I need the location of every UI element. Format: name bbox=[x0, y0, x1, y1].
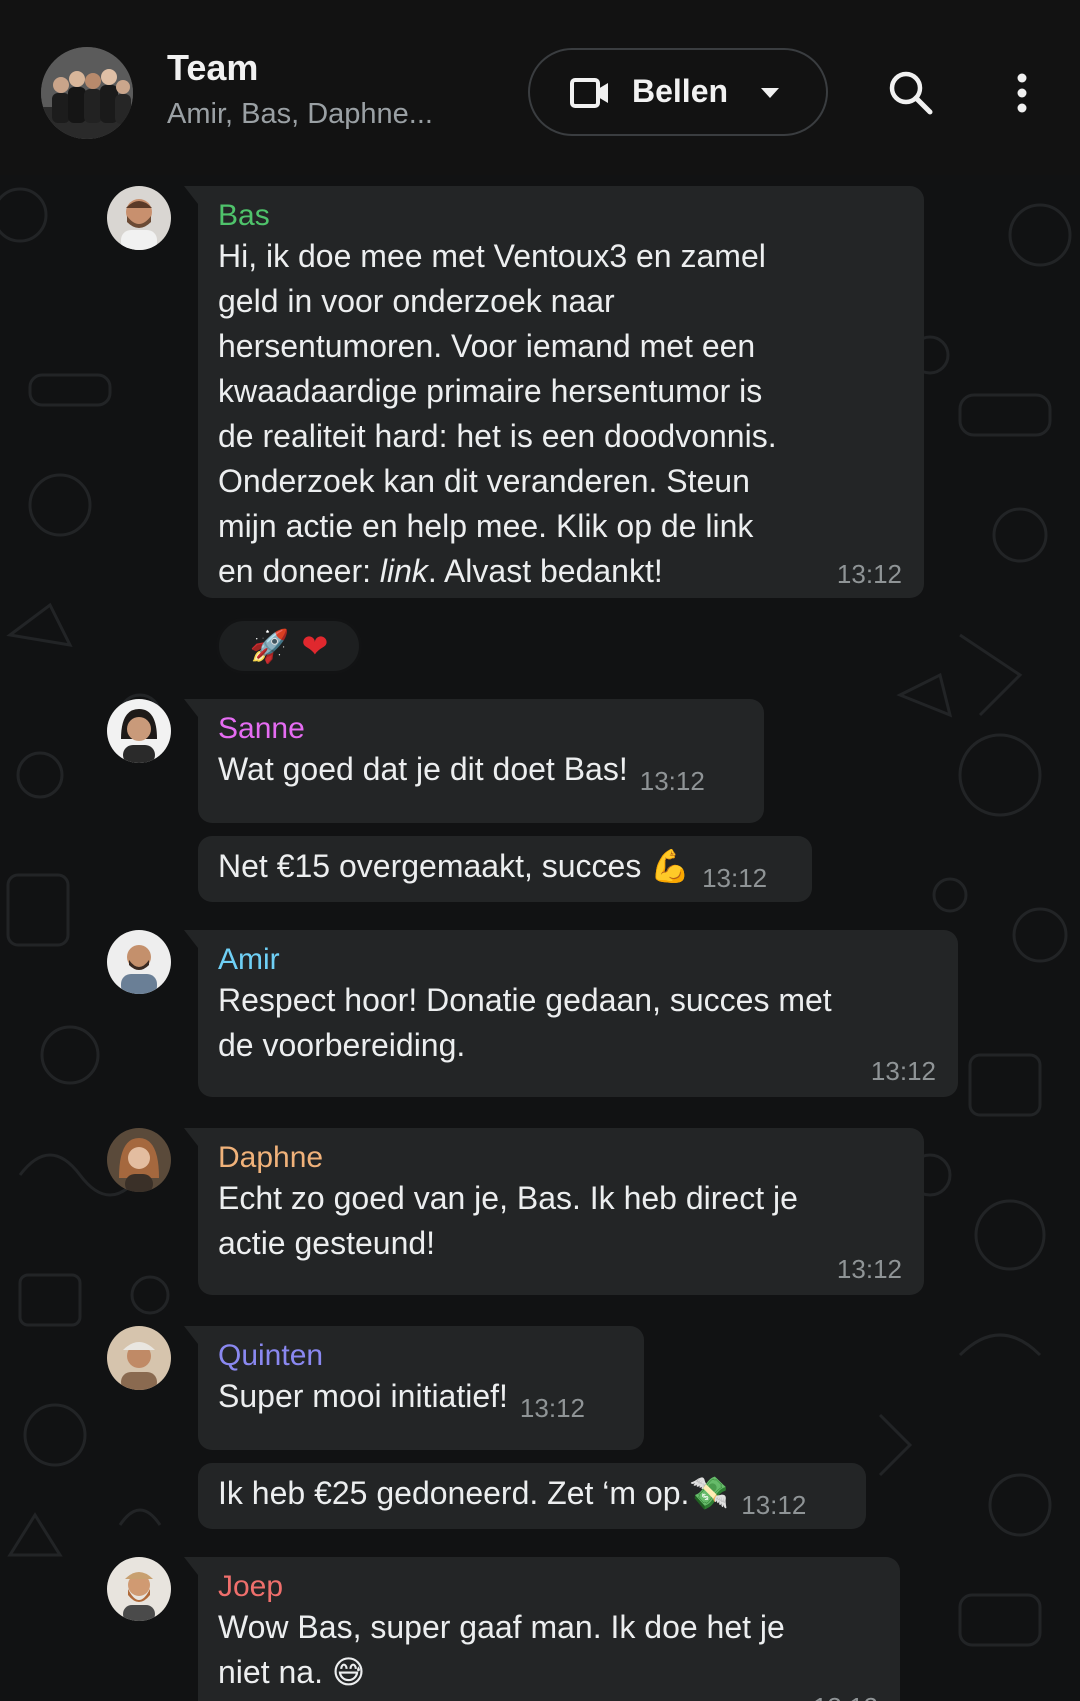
sender-name[interactable]: Quinten bbox=[218, 1338, 624, 1374]
sender-name[interactable]: Joep bbox=[218, 1569, 880, 1605]
message-bubble[interactable]: Quinten Super mooi initiatief! 13:12 bbox=[184, 1326, 644, 1450]
message-bubble[interactable]: Amir Respect hoor! Donatie gedaan, succe… bbox=[184, 930, 958, 1097]
chat-members[interactable]: Amir, Bas, Daphne... bbox=[167, 98, 433, 131]
message-bubble[interactable]: Net €15 overgemaakt, succes 💪 13:12 bbox=[198, 836, 812, 902]
message-bubble[interactable]: Sanne Wat goed dat je dit doet Bas! 13:12 bbox=[184, 699, 764, 823]
avatar-joep[interactable] bbox=[107, 1557, 171, 1621]
message-time: 13:12 bbox=[702, 863, 768, 893]
message-bubble[interactable]: Daphne Echt zo goed van je, Bas. Ik heb … bbox=[184, 1128, 924, 1295]
sender-name[interactable]: Bas bbox=[218, 198, 904, 234]
donation-link[interactable]: link bbox=[380, 553, 428, 589]
message-time: 13:12 bbox=[639, 766, 705, 796]
avatar-sanne[interactable] bbox=[107, 699, 171, 763]
message-time: 13:12 bbox=[836, 1254, 902, 1284]
message-text: Wow Bas, super gaaf man. Ik doe het je n… bbox=[218, 1609, 785, 1690]
chat-title[interactable]: Team bbox=[167, 47, 258, 89]
video-camera-icon bbox=[570, 77, 610, 114]
message-bubble[interactable]: Ik heb €25 gedoneerd. Zet ‘m op.💸 13:12 bbox=[198, 1463, 866, 1529]
message-time: 13:12 bbox=[870, 1056, 936, 1086]
message-reactions[interactable]: 🚀 ❤ bbox=[216, 618, 362, 674]
message-time: 13:12 bbox=[519, 1393, 585, 1423]
rocket-reaction: 🚀 bbox=[249, 627, 290, 665]
message-list[interactable]: Bas Hi, ik doe mee met Ventoux3 en zamel… bbox=[0, 175, 1080, 1701]
chat-header: Team Amir, Bas, Daphne... Bellen bbox=[0, 0, 1080, 175]
message-time: 13:12 bbox=[836, 559, 902, 589]
message-text: Wat goed dat je dit doet Bas! 13:12 bbox=[218, 747, 744, 804]
chevron-down-icon[interactable] bbox=[760, 86, 780, 104]
avatar-amir[interactable] bbox=[107, 930, 171, 994]
message-text: Hi, ik doe mee met Ventoux3 en zamel gel… bbox=[218, 238, 777, 589]
call-button[interactable]: Bellen bbox=[528, 48, 828, 136]
more-options-icon[interactable] bbox=[1010, 73, 1034, 118]
message-bubble[interactable]: Bas Hi, ik doe mee met Ventoux3 en zamel… bbox=[184, 186, 924, 598]
message-text: Respect hoor! Donatie gedaan, succes met… bbox=[218, 982, 832, 1063]
heart-reaction: ❤ bbox=[301, 627, 329, 665]
message-time: 13:12 bbox=[813, 1692, 878, 1701]
call-button-label: Bellen bbox=[632, 73, 729, 109]
message-time: 13:12 bbox=[741, 1490, 807, 1520]
search-icon[interactable] bbox=[888, 70, 934, 121]
sender-name[interactable]: Daphne bbox=[218, 1140, 904, 1176]
avatar-quinten[interactable] bbox=[107, 1326, 171, 1390]
avatar-bas[interactable] bbox=[107, 186, 171, 250]
avatar-daphne[interactable] bbox=[107, 1128, 171, 1192]
message-text: Ik heb €25 gedoneerd. Zet ‘m op.💸 13:12 bbox=[218, 1471, 846, 1528]
group-avatar[interactable] bbox=[41, 47, 133, 139]
message-text: Net €15 overgemaakt, succes 💪 13:12 bbox=[218, 844, 792, 901]
sender-name[interactable]: Sanne bbox=[218, 711, 744, 747]
message-text: Echt zo goed van je, Bas. Ik heb direct … bbox=[218, 1180, 798, 1261]
message-text: Super mooi initiatief! 13:12 bbox=[218, 1374, 624, 1431]
message-bubble[interactable]: Joep Wow Bas, super gaaf man. Ik doe het… bbox=[184, 1557, 900, 1701]
sender-name[interactable]: Amir bbox=[218, 942, 938, 978]
